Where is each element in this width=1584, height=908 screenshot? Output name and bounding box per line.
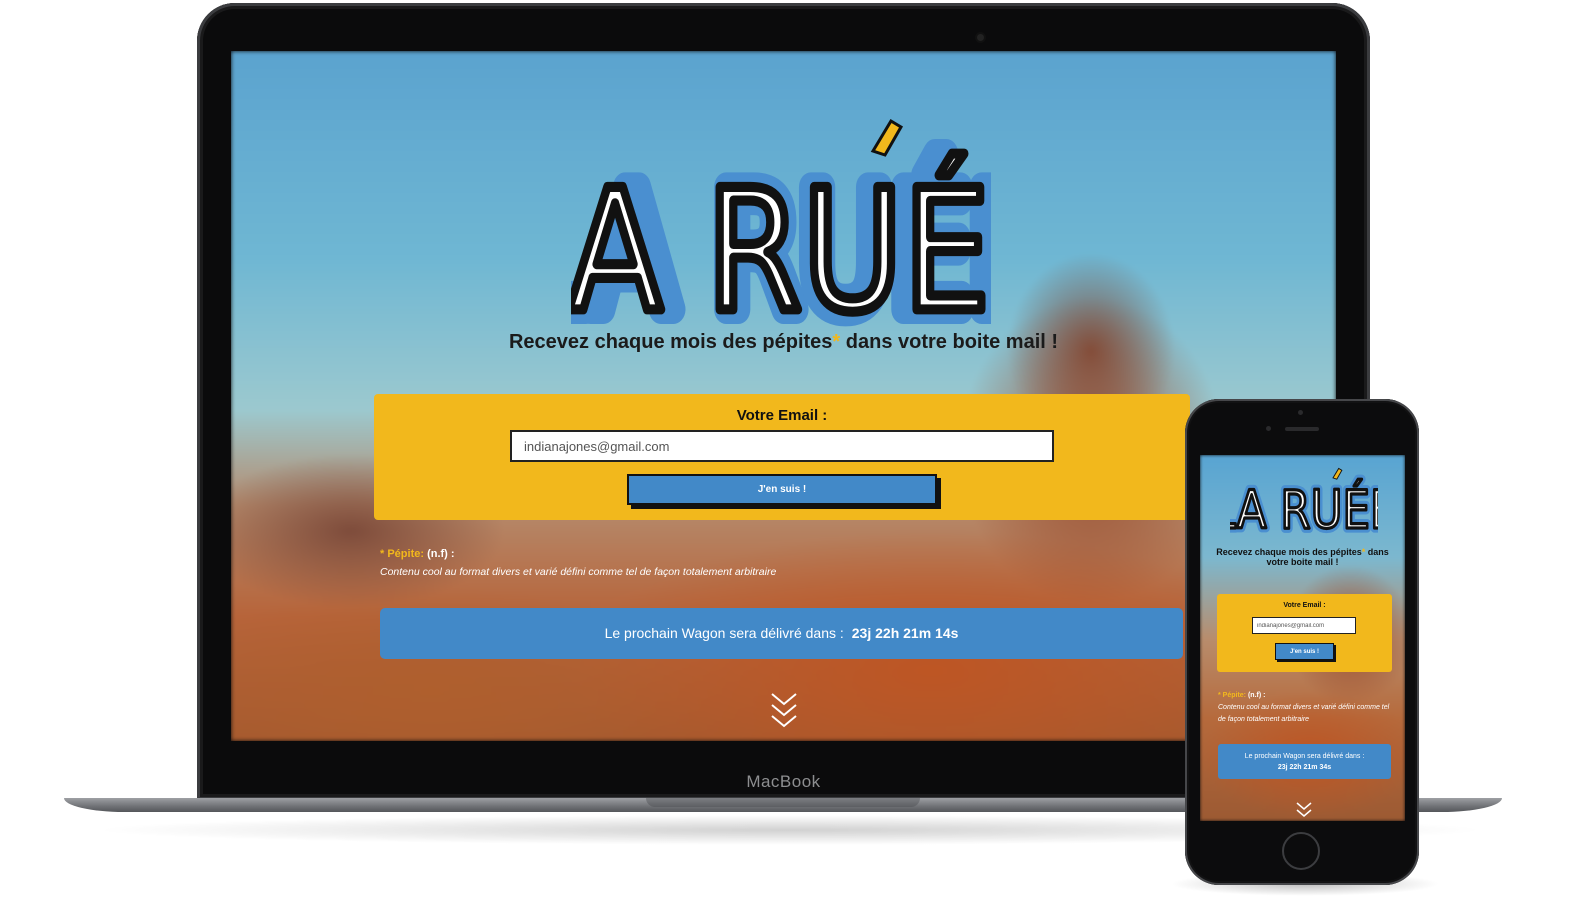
phone-frame: LA RUÉE LA RUÉE Recevez chaque mois des … <box>1185 399 1419 885</box>
site-logo: LA RUÉE LA RUÉE <box>571 118 991 351</box>
phone-home-button[interactable] <box>1282 832 1320 870</box>
email-label: Votre Email : <box>1283 602 1326 609</box>
countdown-banner: Le prochain Wagon sera délivré dans : 23… <box>1218 744 1391 779</box>
definition-term: * Pépite: <box>1218 692 1247 699</box>
laptop-hinge <box>646 798 920 807</box>
email-label: Votre Email : <box>736 407 828 424</box>
signup-form: Votre Email : J'en suis ! <box>1217 594 1392 672</box>
phone-front-camera <box>1298 410 1303 415</box>
definition-description: Contenu cool au format divers et varié d… <box>380 566 777 578</box>
submit-button[interactable]: J'en suis ! <box>1275 643 1334 660</box>
phone-screen: LA RUÉE LA RUÉE Recevez chaque mois des … <box>1200 455 1405 821</box>
phone-speaker <box>1285 427 1319 431</box>
tagline-part-2: dans votre boite mail ! <box>840 331 1059 353</box>
laptop-screen: LA RUÉE LA RUÉE Recevez chaque mois des … <box>231 51 1336 741</box>
countdown-text: Le prochain Wagon sera délivré dans : <box>1244 753 1365 760</box>
tagline: Recevez chaque mois des pépites* dans vo… <box>1205 547 1400 567</box>
pepite-definition: * Pépite: (n.f) : Contenu cool au format… <box>380 548 776 578</box>
email-input[interactable] <box>510 430 1054 462</box>
countdown-time: 23j 22h 21m 34s <box>1277 764 1332 771</box>
chevron-down-icon[interactable] <box>1295 801 1313 819</box>
tagline: Recevez chaque mois des pépites* dans vo… <box>231 331 1336 354</box>
pepite-definition: * Pépite: (n.f) : Contenu cool au format… <box>1218 690 1398 726</box>
tagline-part-1: Recevez chaque mois des pépites <box>1216 547 1362 557</box>
site-logo: LA RUÉE LA RUÉE <box>1230 467 1378 541</box>
definition-grammar: (n.f) : <box>1247 692 1266 699</box>
chevron-down-icon[interactable] <box>769 691 799 731</box>
logo-accent-mark <box>870 118 904 157</box>
logo-accent-mark <box>1332 467 1343 480</box>
logo-inner-stroke: LA RUÉE <box>1230 479 1378 541</box>
phone-sensor <box>1266 426 1271 431</box>
countdown-time: 23j 22h 21m 14s <box>851 625 959 641</box>
definition-description: Contenu cool au format divers et varié d… <box>1218 704 1390 723</box>
definition-grammar: (n.f) : <box>427 548 455 560</box>
definition-term: * Pépite: <box>380 548 425 560</box>
laptop-camera <box>977 34 984 41</box>
signup-form: Votre Email : J'en suis ! <box>374 394 1190 520</box>
tagline-part-1: Recevez chaque mois des pépites <box>508 331 833 353</box>
logo-inner-stroke: LA RUÉE <box>571 153 991 350</box>
email-input[interactable] <box>1252 617 1356 634</box>
countdown-text: Le prochain Wagon sera délivré dans : <box>604 625 844 641</box>
submit-button[interactable]: J'en suis ! <box>627 474 937 505</box>
countdown-banner: Le prochain Wagon sera délivré dans : 23j… <box>380 608 1183 659</box>
